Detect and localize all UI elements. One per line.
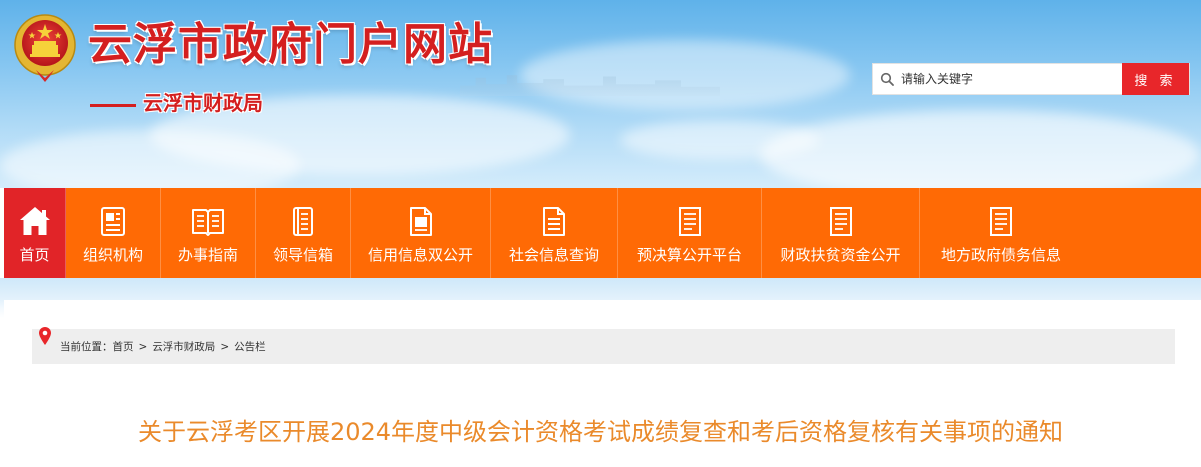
main-nav: 首页 组织机构 办事指南 领导信箱 信用信息双公开 社会信息查询 预决算公开平台… — [4, 188, 1201, 278]
nav-label: 预决算公开平台 — [636, 246, 742, 264]
cloud-decoration — [520, 40, 850, 110]
doc-icon — [827, 204, 855, 238]
national-emblem-icon — [14, 14, 76, 82]
nav-item-credit-info[interactable]: 信用信息双公开 — [351, 188, 491, 278]
org-icon — [99, 204, 127, 238]
breadcrumb-separator: > — [220, 340, 230, 353]
doc-icon — [407, 204, 435, 238]
nav-label: 信用信息双公开 — [367, 246, 473, 264]
nav-label: 领导信箱 — [272, 246, 333, 264]
nav-item-mailbox[interactable]: 领导信箱 — [256, 188, 351, 278]
home-icon — [18, 204, 52, 238]
nav-item-guide[interactable]: 办事指南 — [161, 188, 256, 278]
search-button[interactable]: 搜 索 — [1122, 63, 1189, 95]
department-name: 云浮市财政局 — [143, 91, 263, 115]
search-box: 搜 索 — [872, 63, 1190, 95]
mailbox-icon — [289, 204, 317, 238]
location-pin-icon — [39, 327, 51, 348]
nav-item-organization[interactable]: 组织机构 — [66, 188, 161, 278]
nav-item-debt-info[interactable]: 地方政府债务信息 — [920, 188, 1082, 278]
nav-item-home[interactable]: 首页 — [4, 188, 66, 278]
search-input[interactable] — [901, 65, 1111, 93]
nav-label: 社会信息查询 — [508, 246, 599, 264]
search-icon — [873, 64, 901, 94]
doc-icon — [676, 204, 704, 238]
nav-label: 地方政府债务信息 — [940, 246, 1061, 264]
breadcrumb-prefix: 当前位置： — [60, 341, 113, 353]
nav-item-budget-platform[interactable]: 预决算公开平台 — [618, 188, 762, 278]
site-title: 云浮市政府门户网站 — [88, 19, 493, 70]
breadcrumb-link-department[interactable]: 云浮市财政局 — [152, 339, 215, 354]
doc-icon — [987, 204, 1015, 238]
nav-label: 首页 — [19, 246, 50, 264]
doc-list-icon — [540, 204, 568, 238]
breadcrumb-separator: > — [138, 340, 148, 353]
nav-label: 财政扶贫资金公开 — [780, 246, 901, 264]
breadcrumb-trail: 当前位置： 首页 > 云浮市财政局 > 公告栏 — [60, 339, 266, 354]
nav-label: 办事指南 — [177, 246, 238, 264]
nav-item-poverty-funds[interactable]: 财政扶贫资金公开 — [762, 188, 920, 278]
nav-label: 组织机构 — [82, 246, 143, 264]
book-icon — [191, 204, 225, 238]
breadcrumb-link-bulletin[interactable]: 公告栏 — [234, 339, 266, 354]
breadcrumb-link-home[interactable]: 首页 — [113, 339, 134, 354]
cloud-decoration — [620, 120, 820, 160]
nav-item-social-info[interactable]: 社会信息查询 — [491, 188, 618, 278]
cloud-decoration — [760, 110, 1200, 188]
department-underline — [90, 104, 136, 107]
breadcrumb: 当前位置： 首页 > 云浮市财政局 > 公告栏 — [32, 327, 1175, 364]
article-title: 关于云浮考区开展2024年度中级会计资格考试成绩复查和考后资格复核有关事项的通知 — [137, 418, 1064, 446]
header-banner: 云浮市政府门户网站 云浮市财政局 搜 索 — [0, 0, 1201, 188]
